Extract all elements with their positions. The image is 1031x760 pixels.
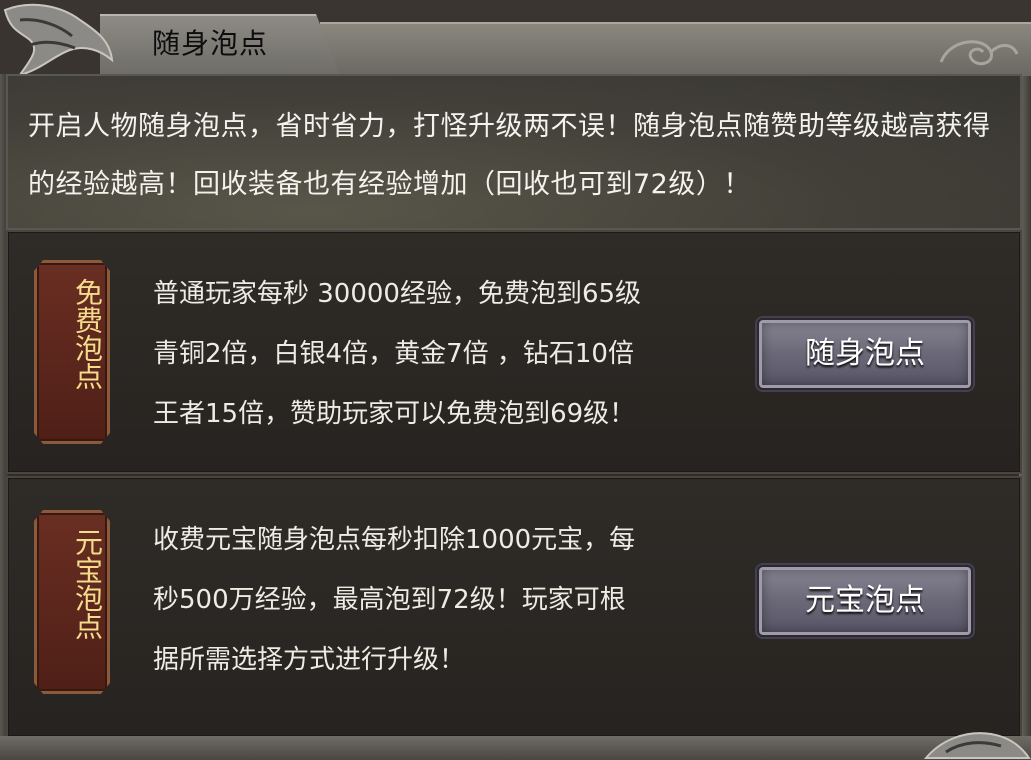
free-idle-tag-label: 免费泡点 — [71, 278, 104, 390]
frame-bottom-edge — [0, 736, 1031, 760]
ingot-idle-line-1: 收费元宝随身泡点每秒扣除1000元宝，每 — [153, 525, 636, 555]
window-title: 随身泡点 — [152, 27, 269, 60]
ingot-idle-tag-label: 元宝泡点 — [71, 528, 104, 640]
dragon-ornament-icon — [923, 732, 1031, 759]
swirl-ornament-icon — [939, 40, 1019, 66]
free-idle-line-3: 王者15倍，赞助玩家可以免费泡到69级！ — [153, 399, 636, 429]
title-bar — [320, 22, 1031, 76]
free-idle-line-1: 普通玩家每秒 30000经验，免费泡到65级 — [153, 279, 642, 309]
ingot-idle-line-3: 据所需选择方式进行升级！ — [153, 645, 466, 675]
intro-description: 开启人物随身泡点，省时省力，打怪升级两不误！随身泡点随赞助等级越高获得的经验越高… — [28, 111, 991, 200]
free-idle-line-2: 青铜2倍，白银4倍，黄金7倍 ，钻石10倍 — [153, 339, 634, 369]
ingot-idle-button[interactable]: 元宝泡点 — [757, 565, 973, 637]
ingot-idle-line-2: 秒500万经验，最高泡到72级！玩家可根 — [153, 585, 626, 615]
portable-idle-button[interactable]: 随身泡点 — [757, 318, 973, 390]
